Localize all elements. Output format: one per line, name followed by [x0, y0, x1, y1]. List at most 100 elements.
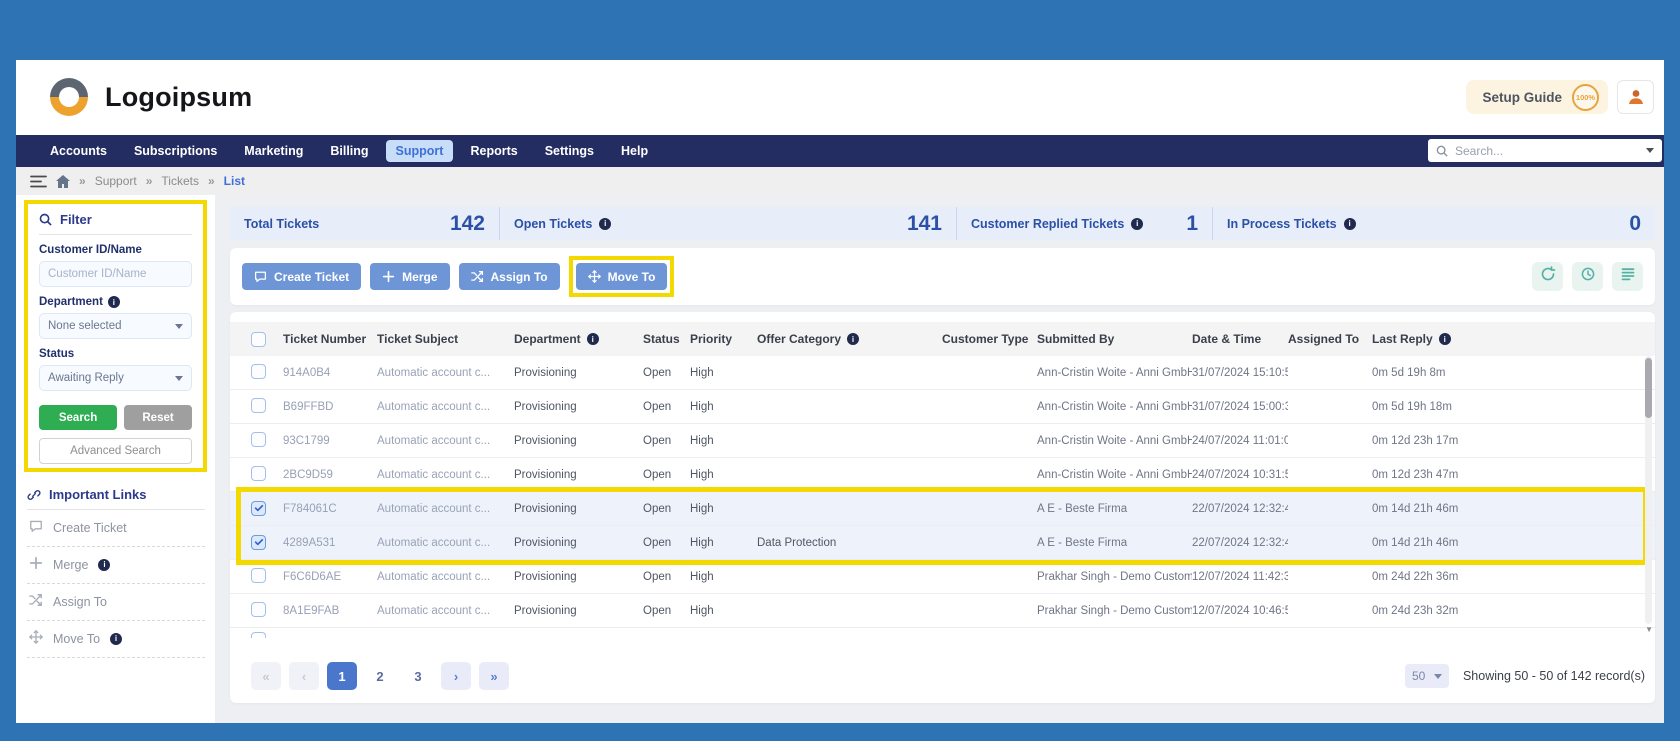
nav-item-support[interactable]: Support — [386, 140, 454, 162]
link-merge[interactable]: Mergei — [27, 547, 205, 584]
first-page-button[interactable]: « — [251, 662, 281, 690]
table-row[interactable]: 8A1E9FABAutomatic account c...Provisioni… — [230, 594, 1655, 628]
table-row[interactable]: 4289A531Automatic account c...Provisioni… — [230, 526, 1655, 560]
search-input[interactable] — [1455, 144, 1639, 158]
nav-item-subscriptions[interactable]: Subscriptions — [124, 140, 227, 162]
important-links-panel: Important Links Create Ticket Mergei Ass… — [27, 487, 205, 658]
user-avatar-button[interactable] — [1617, 80, 1654, 114]
nav-item-billing[interactable]: Billing — [320, 140, 378, 162]
info-icon: i — [1344, 218, 1356, 230]
select-all-checkbox[interactable] — [251, 332, 266, 347]
search-scope-chevron-icon[interactable] — [1646, 148, 1654, 153]
reset-button[interactable]: Reset — [124, 405, 192, 430]
move-to-button[interactable]: Move To — [576, 263, 668, 290]
scroll-down-icon[interactable]: ▼ — [1645, 626, 1653, 634]
cell-department: Provisioning — [514, 401, 643, 413]
partial-row-checkbox — [251, 632, 266, 638]
link-assign-to[interactable]: Assign To — [27, 584, 205, 621]
row-checkbox[interactable] — [251, 535, 266, 550]
table-row[interactable]: 93C1799Automatic account c...Provisionin… — [230, 424, 1655, 458]
row-checkbox[interactable] — [251, 568, 266, 583]
page-3-button[interactable]: 3 — [403, 662, 433, 690]
stat-value: 1 — [1186, 212, 1198, 236]
info-icon: i — [98, 559, 110, 571]
home-icon[interactable] — [56, 175, 70, 188]
column-ticket-number[interactable]: Ticket Number — [283, 332, 377, 346]
column-department[interactable]: Departmenti — [514, 332, 643, 346]
cell-priority: High — [690, 503, 757, 515]
nav-item-reports[interactable]: Reports — [460, 140, 527, 162]
setup-guide-label: Setup Guide — [1482, 90, 1562, 105]
breadcrumb-support[interactable]: Support — [95, 174, 137, 188]
breadcrumb-current[interactable]: List — [224, 174, 245, 188]
cell-priority: High — [690, 469, 757, 481]
stat-open-tickets: Open Ticketsi 141 — [500, 207, 957, 240]
breadcrumb-tickets[interactable]: Tickets — [161, 174, 199, 188]
row-checkbox[interactable] — [251, 364, 266, 379]
row-checkbox[interactable] — [251, 432, 266, 447]
cell-submitted-by: Ann-Cristin Woite - Anni GmbH — [1037, 367, 1192, 379]
nav-item-settings[interactable]: Settings — [535, 140, 604, 162]
row-checkbox[interactable] — [251, 466, 266, 481]
next-page-button[interactable]: › — [441, 662, 471, 690]
column-last-reply[interactable]: Last Replyi — [1372, 332, 1655, 346]
nav-item-accounts[interactable]: Accounts — [40, 140, 117, 162]
row-checkbox[interactable] — [251, 501, 266, 516]
menu-toggle-icon[interactable] — [30, 175, 47, 188]
status-select[interactable]: Awaiting Reply — [39, 365, 192, 391]
list-icon — [1620, 266, 1636, 282]
stat-value: 0 — [1629, 212, 1641, 236]
column-date-time[interactable]: Date & Time — [1192, 332, 1288, 346]
table-row[interactable]: F6C6D6AEAutomatic account c...Provisioni… — [230, 560, 1655, 594]
customer-id-input[interactable] — [39, 261, 192, 287]
cell-priority: High — [690, 435, 757, 447]
stat-value: 142 — [450, 212, 485, 236]
department-select[interactable]: None selected — [39, 313, 192, 339]
cell-submitted-by: Prakhar Singh - Demo Customer ... — [1037, 605, 1192, 617]
row-checkbox[interactable] — [251, 398, 266, 413]
advanced-search-button[interactable]: Advanced Search — [39, 438, 192, 464]
person-icon — [1626, 87, 1646, 107]
page-2-button[interactable]: 2 — [365, 662, 395, 690]
column-customer-type[interactable]: Customer Type — [942, 332, 1037, 346]
search-button[interactable]: Search — [39, 405, 117, 430]
history-icon-button[interactable] — [1572, 262, 1603, 291]
create-ticket-button[interactable]: Create Ticket — [242, 263, 361, 290]
cell-date-time: 24/07/2024 10:31:54 — [1192, 469, 1288, 481]
shuffle-icon — [29, 593, 43, 607]
column-offer-category[interactable]: Offer Categoryi — [757, 332, 942, 346]
breadcrumb-separator: » — [79, 174, 86, 188]
chevron-down-icon — [1434, 674, 1442, 679]
prev-page-button[interactable]: ‹ — [289, 662, 319, 690]
scrollbar-thumb[interactable] — [1645, 358, 1652, 418]
per-page-select[interactable]: 50 — [1405, 664, 1449, 688]
table-scrollbar[interactable] — [1645, 356, 1652, 624]
list-icon-button[interactable] — [1612, 262, 1643, 291]
customer-id-label: Customer ID/Name — [39, 244, 192, 256]
column-assigned-to[interactable]: Assigned To — [1288, 332, 1372, 346]
assign-to-button[interactable]: Assign To — [459, 263, 560, 290]
column-priority[interactable]: Priority — [690, 332, 757, 346]
cell-subject: Automatic account c... — [377, 537, 514, 549]
table-row[interactable]: 914A0B4Automatic account c...Provisionin… — [230, 356, 1655, 390]
column-submitted-by[interactable]: Submitted By — [1037, 332, 1192, 346]
refresh-icon-button[interactable] — [1532, 262, 1563, 291]
setup-guide-button[interactable]: Setup Guide 100% — [1466, 80, 1608, 114]
column-status[interactable]: Status — [643, 332, 690, 346]
merge-button[interactable]: Merge — [370, 263, 449, 290]
table-row[interactable]: 2BC9D59Automatic account c...Provisionin… — [230, 458, 1655, 492]
page-1-button[interactable]: 1 — [327, 662, 357, 690]
logo[interactable]: Logoipsum — [46, 74, 252, 120]
table-row[interactable]: B69FFBDAutomatic account c...Provisionin… — [230, 390, 1655, 424]
column-ticket-subject[interactable]: Ticket Subject — [377, 332, 514, 346]
row-checkbox[interactable] — [251, 602, 266, 617]
link-create-ticket[interactable]: Create Ticket — [27, 510, 205, 547]
nav-item-marketing[interactable]: Marketing — [234, 140, 313, 162]
important-links-title: Important Links — [27, 487, 205, 510]
plus-icon — [382, 270, 395, 283]
global-search[interactable] — [1428, 139, 1662, 162]
link-move-to[interactable]: Move Toi — [27, 621, 205, 658]
table-row[interactable]: F784061CAutomatic account c...Provisioni… — [230, 492, 1655, 526]
nav-item-help[interactable]: Help — [611, 140, 658, 162]
last-page-button[interactable]: » — [479, 662, 509, 690]
